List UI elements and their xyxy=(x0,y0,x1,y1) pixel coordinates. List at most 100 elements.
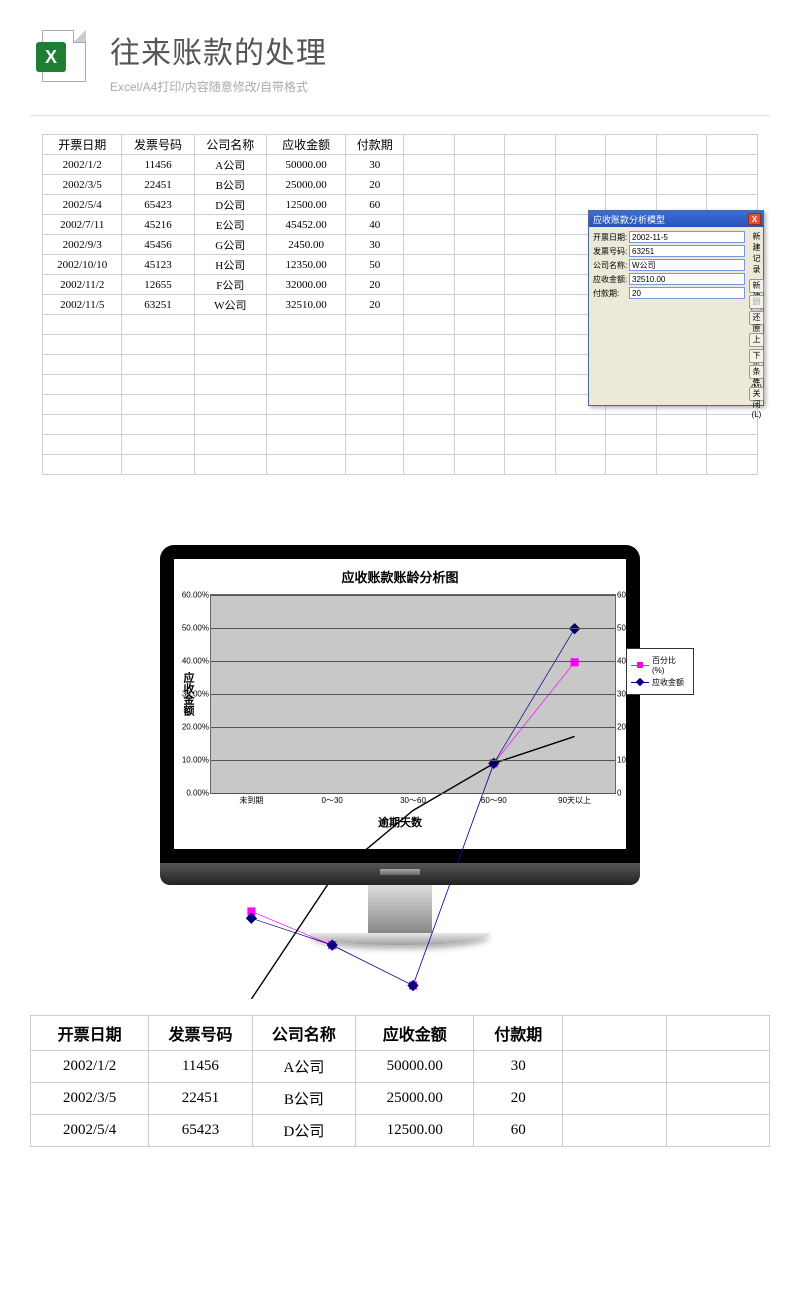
table-header[interactable]: 应收金额 xyxy=(266,135,345,155)
table-cell[interactable] xyxy=(707,155,758,175)
table-cell[interactable] xyxy=(454,275,505,295)
table-cell[interactable]: 20 xyxy=(346,275,404,295)
table-cell[interactable] xyxy=(505,415,556,435)
table-cell[interactable] xyxy=(563,1083,666,1115)
table-header[interactable]: 公司名称 xyxy=(194,135,266,155)
table-cell[interactable] xyxy=(454,375,505,395)
table-row[interactable]: 2002/1/211456A公司50000.0030 xyxy=(43,155,758,175)
table-cell[interactable] xyxy=(404,375,455,395)
table-cell[interactable] xyxy=(505,155,556,175)
table-cell[interactable] xyxy=(707,415,758,435)
table-header[interactable] xyxy=(666,1016,770,1051)
table-cell[interactable] xyxy=(454,315,505,335)
table-header[interactable]: 开票日期 xyxy=(31,1016,149,1051)
table-cell[interactable] xyxy=(266,375,345,395)
table-cell[interactable] xyxy=(346,375,404,395)
table-cell[interactable] xyxy=(43,395,122,415)
table-header[interactable]: 付款期 xyxy=(474,1016,563,1051)
table-cell[interactable] xyxy=(563,1051,666,1083)
table-cell[interactable]: 20 xyxy=(474,1083,563,1115)
table-cell[interactable] xyxy=(404,215,455,235)
table-cell[interactable] xyxy=(563,1115,666,1147)
table-cell[interactable] xyxy=(404,335,455,355)
table-cell[interactable] xyxy=(266,435,345,455)
table-cell[interactable] xyxy=(505,295,556,315)
table-cell[interactable] xyxy=(43,335,122,355)
table-row[interactable]: 2002/1/211456A公司50000.0030 xyxy=(31,1051,770,1083)
table-cell[interactable]: 45452.00 xyxy=(266,215,345,235)
dialog-button[interactable]: 关闭(L) xyxy=(749,387,764,401)
field-input[interactable] xyxy=(629,231,745,243)
table-cell[interactable] xyxy=(122,395,194,415)
table-cell[interactable] xyxy=(707,455,758,475)
table-cell[interactable] xyxy=(505,215,556,235)
dialog-button[interactable]: 下一条(N) xyxy=(749,349,764,363)
table-cell[interactable] xyxy=(43,415,122,435)
table-cell[interactable] xyxy=(606,155,657,175)
table-header[interactable]: 开票日期 xyxy=(43,135,122,155)
table-cell[interactable] xyxy=(43,435,122,455)
table-header[interactable] xyxy=(404,135,455,155)
table-cell[interactable] xyxy=(656,435,707,455)
table-cell[interactable] xyxy=(404,235,455,255)
table-cell[interactable] xyxy=(505,255,556,275)
table-cell[interactable]: 30 xyxy=(346,235,404,255)
table-cell[interactable] xyxy=(404,435,455,455)
table-row[interactable] xyxy=(43,455,758,475)
table-cell[interactable] xyxy=(656,455,707,475)
field-input[interactable] xyxy=(629,259,745,271)
table-cell[interactable] xyxy=(404,455,455,475)
table-cell[interactable]: 2002/3/5 xyxy=(43,175,122,195)
table-cell[interactable] xyxy=(122,355,194,375)
dialog-button[interactable]: 上一条(P) xyxy=(749,333,764,347)
table-cell[interactable]: 11456 xyxy=(149,1051,252,1083)
table-cell[interactable]: 11456 xyxy=(122,155,194,175)
table-cell[interactable]: 2002/3/5 xyxy=(31,1083,149,1115)
table-cell[interactable] xyxy=(404,255,455,275)
dialog-titlebar[interactable]: 应收账款分析模型 X xyxy=(589,211,763,227)
table-header[interactable] xyxy=(454,135,505,155)
field-input[interactable] xyxy=(629,287,745,299)
table-cell[interactable]: 2002/1/2 xyxy=(43,155,122,175)
table-row[interactable] xyxy=(43,435,758,455)
table-cell[interactable]: 60 xyxy=(474,1115,563,1147)
dialog-button[interactable]: 条件(C) xyxy=(749,365,764,379)
table-cell[interactable]: 45216 xyxy=(122,215,194,235)
table-cell[interactable]: 2450.00 xyxy=(266,235,345,255)
table-cell[interactable]: B公司 xyxy=(252,1083,355,1115)
dialog-button[interactable]: 新建(W) xyxy=(749,279,764,293)
table-cell[interactable] xyxy=(43,315,122,335)
table-cell[interactable] xyxy=(404,155,455,175)
table-cell[interactable] xyxy=(454,295,505,315)
table-cell[interactable]: H公司 xyxy=(194,255,266,275)
table-cell[interactable] xyxy=(505,175,556,195)
table-cell[interactable] xyxy=(606,415,657,435)
table-cell[interactable] xyxy=(266,415,345,435)
table-cell[interactable] xyxy=(454,195,505,215)
table-header[interactable]: 发票号码 xyxy=(149,1016,252,1051)
table-cell[interactable]: 32510.00 xyxy=(266,295,345,315)
table-cell[interactable] xyxy=(122,315,194,335)
table-cell[interactable]: 25000.00 xyxy=(356,1083,474,1115)
table-cell[interactable] xyxy=(266,315,345,335)
table-cell[interactable] xyxy=(194,395,266,415)
table-cell[interactable] xyxy=(266,455,345,475)
table-cell[interactable]: 2002/11/2 xyxy=(43,275,122,295)
table-cell[interactable] xyxy=(43,375,122,395)
table-cell[interactable]: 25000.00 xyxy=(266,175,345,195)
table-cell[interactable] xyxy=(404,415,455,435)
table-cell[interactable] xyxy=(404,395,455,415)
table-cell[interactable] xyxy=(555,435,606,455)
table-header[interactable] xyxy=(606,135,657,155)
table-cell[interactable] xyxy=(346,315,404,335)
table-cell[interactable] xyxy=(346,415,404,435)
table-cell[interactable] xyxy=(505,375,556,395)
table-header[interactable]: 公司名称 xyxy=(252,1016,355,1051)
table-cell[interactable] xyxy=(454,175,505,195)
table-cell[interactable] xyxy=(666,1083,770,1115)
table-cell[interactable]: 50 xyxy=(346,255,404,275)
table-cell[interactable]: A公司 xyxy=(194,155,266,175)
table-header[interactable] xyxy=(505,135,556,155)
table-cell[interactable] xyxy=(346,355,404,375)
dialog-button[interactable]: 删除(D) xyxy=(749,295,764,309)
